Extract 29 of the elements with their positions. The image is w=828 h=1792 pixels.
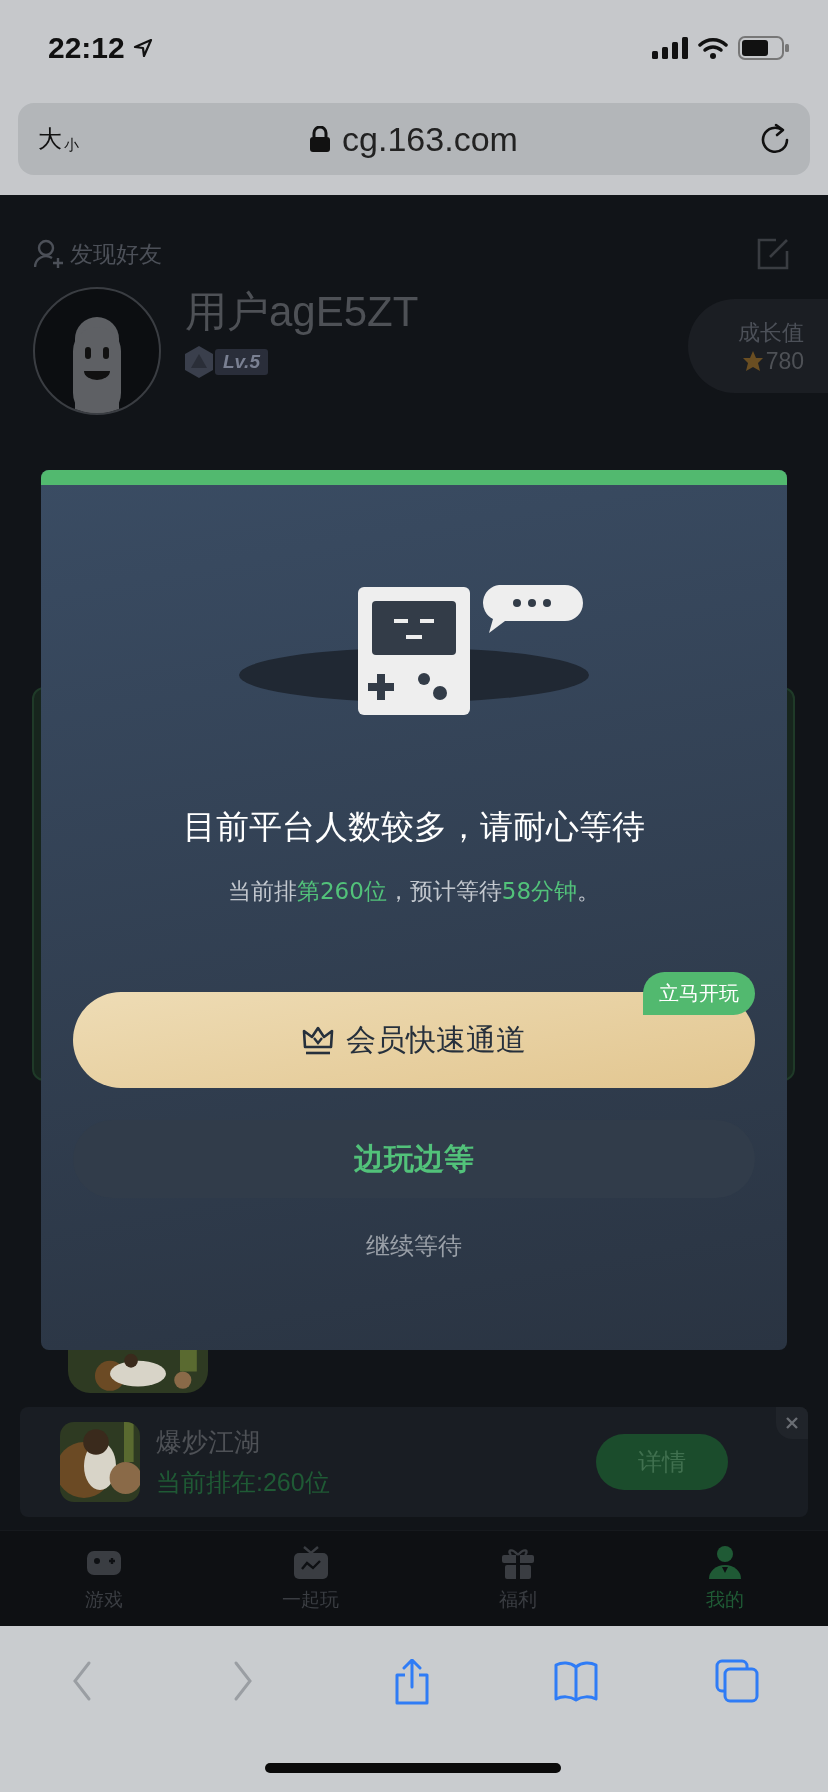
find-friends-link[interactable]: 发现好友 [70, 238, 162, 270]
edit-icon[interactable] [756, 237, 790, 271]
tv-icon [291, 1544, 330, 1581]
text-size-label[interactable]: 小 [64, 136, 79, 155]
dialog-title: 目前平台人数较多，请耐心等待 [183, 806, 645, 848]
promo-badge: 立马开玩 [643, 972, 755, 1015]
play-while-waiting-button[interactable]: 边玩边等 [73, 1120, 755, 1198]
close-button[interactable] [776, 1407, 808, 1439]
battery-icon [738, 35, 790, 60]
queue-message: 当前排第260位，预计等待58分钟。 [227, 877, 601, 906]
close-icon [786, 1417, 798, 1429]
lock-icon [310, 126, 331, 152]
tab-bar-item[interactable]: 我的 [621, 1531, 828, 1626]
clock-time: 22:12 [48, 30, 125, 65]
crown-icon [302, 1025, 334, 1055]
level-badge: Lv.5 [215, 349, 268, 375]
star-icon [741, 350, 764, 372]
username: 用户agE5ZT [185, 287, 420, 337]
reload-icon[interactable] [760, 123, 790, 155]
keep-waiting-link[interactable]: 继续等待 [366, 1230, 462, 1262]
cellular-signal-icon [652, 36, 688, 59]
location-arrow-icon [132, 37, 153, 58]
level-badge-icon [185, 346, 213, 378]
text-size-label[interactable]: 大 [38, 123, 62, 155]
url-text: cg.163.com [342, 119, 518, 159]
tabs-icon[interactable] [715, 1659, 760, 1705]
queue-status: 当前排在:260位 [156, 1467, 331, 1498]
wifi-icon [698, 36, 728, 59]
add-person-icon [34, 239, 64, 269]
